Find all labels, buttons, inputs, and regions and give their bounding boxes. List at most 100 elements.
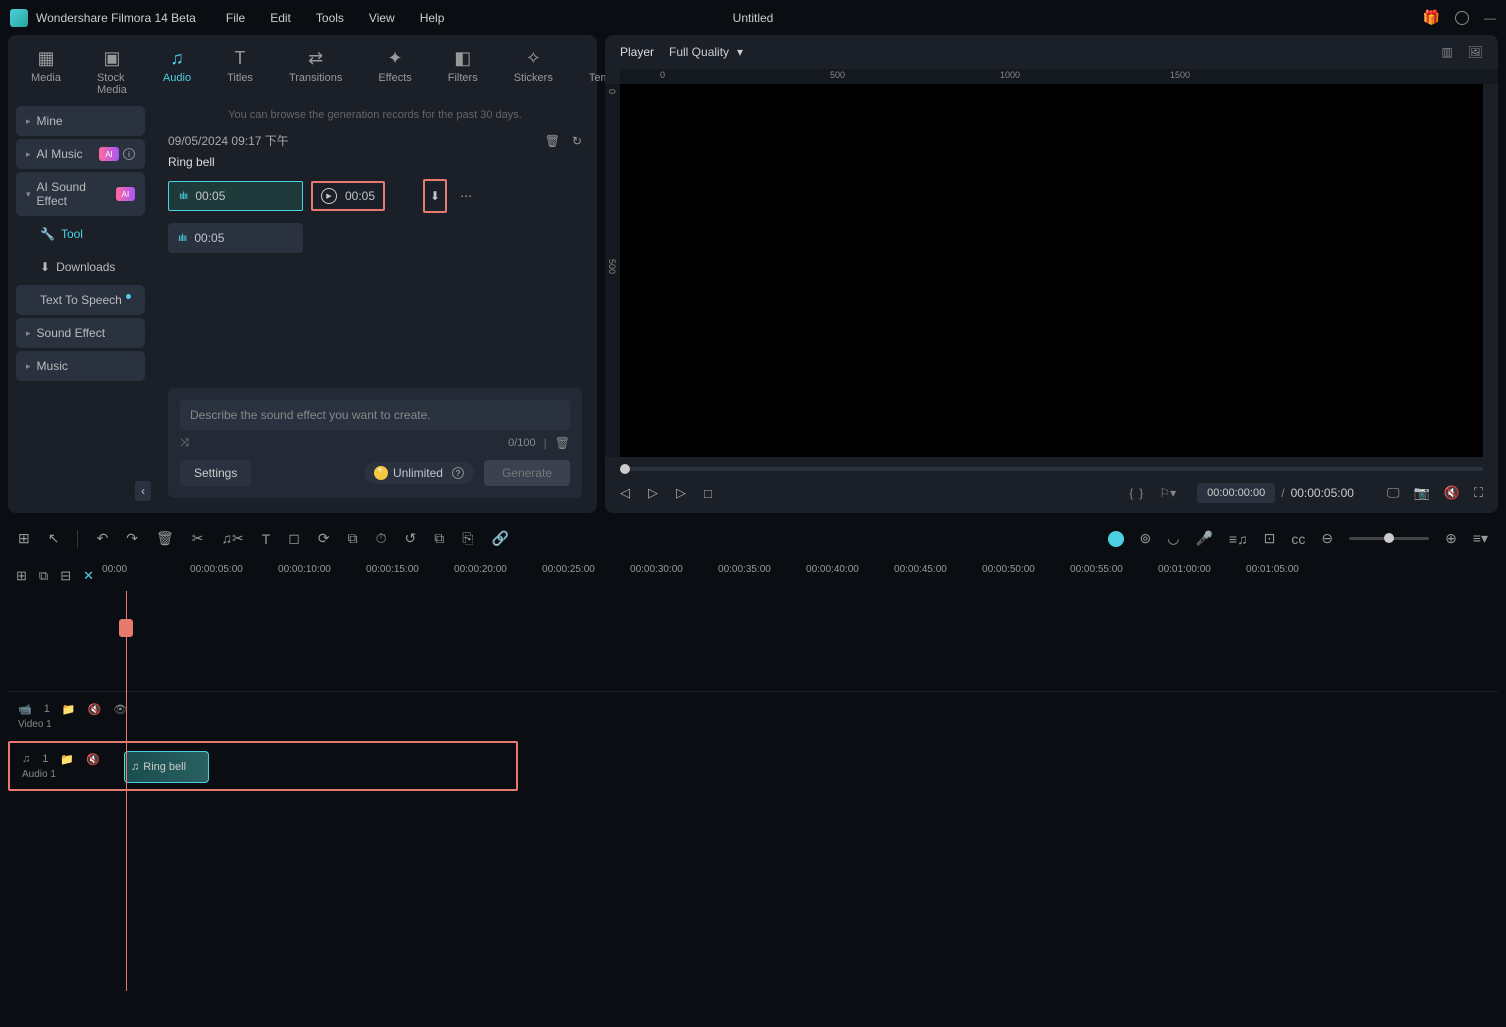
sidebar-item-mine[interactable]: ▸Mine [16, 106, 145, 136]
tab-titles[interactable]: TTitles [219, 43, 261, 101]
track-snap-icon[interactable]: ✕ [83, 568, 94, 584]
adjust-icon[interactable]: ⊡ [1264, 530, 1276, 547]
redo-icon[interactable]: ↷ [126, 530, 138, 547]
mute-icon[interactable]: 🔇 [88, 703, 102, 716]
tab-transitions[interactable]: ⇄Transitions [281, 43, 350, 101]
track-magnet-icon[interactable]: ⊟ [60, 568, 71, 584]
next-frame-icon[interactable]: ▷ [676, 485, 686, 501]
clear-input-icon[interactable]: 🗑 [555, 436, 570, 450]
delete-icon[interactable]: 🗑 [545, 134, 560, 148]
stop-icon[interactable]: □ [704, 486, 712, 501]
play-clip-button[interactable]: ▶ 00:05 [311, 181, 385, 211]
folder-icon[interactable]: 📁 [60, 753, 74, 766]
player-progress-bar[interactable] [620, 467, 1483, 471]
zoom-in-icon[interactable]: ⊕ [1445, 530, 1457, 547]
timer-icon[interactable]: ⏱ [376, 530, 387, 547]
menu-file[interactable]: File [226, 11, 245, 25]
record-icon[interactable] [1455, 11, 1469, 25]
speed-icon[interactable]: ⟳ [318, 530, 330, 547]
audio-track-body[interactable]: ♫ Ring bell [122, 745, 514, 787]
more-options-icon[interactable]: ⋯ [460, 189, 472, 203]
tab-media[interactable]: ▦Media [23, 43, 69, 101]
audio-clip-2[interactable]: ıılıı 00:05 [168, 223, 303, 253]
sidebar-item-sound-effect[interactable]: ▸Sound Effect [16, 318, 145, 348]
sidebar-item-music[interactable]: ▸Music [16, 351, 145, 381]
compare-view-icon[interactable]: ▥ [1441, 45, 1452, 59]
chain-icon[interactable]: 🔗 [491, 530, 508, 547]
reverse-icon[interactable]: ↺ [405, 530, 417, 547]
menu-edit[interactable]: Edit [270, 11, 291, 25]
zoom-out-icon[interactable]: ⊖ [1321, 530, 1333, 547]
play-icon[interactable]: ▷ [648, 485, 658, 501]
track-add-icon[interactable]: ⊞ [16, 568, 27, 584]
info-icon[interactable]: i [123, 148, 135, 160]
audio-clip-1[interactable]: ıılıı 00:05 [168, 181, 303, 211]
marker-icon[interactable]: ⚐▾ [1159, 486, 1176, 500]
cursor-icon[interactable]: ↖ [48, 530, 60, 547]
sound-description-input[interactable]: Describe the sound effect you want to cr… [180, 400, 570, 430]
track-link-icon[interactable]: ⧉ [39, 568, 48, 584]
sidebar-item-text-to-speech[interactable]: Text To Speech [16, 285, 145, 315]
audio-track-icon: ♫ [22, 753, 30, 766]
gift-icon[interactable]: 🎁 [1423, 9, 1440, 26]
sidebar-item-tool[interactable]: 🔧Tool [16, 219, 145, 249]
folder-icon[interactable]: 📁 [62, 703, 76, 716]
tab-stock-media[interactable]: ▣Stock Media [89, 43, 135, 101]
mic-icon[interactable]: 🎤 [1195, 530, 1212, 547]
titlebar: Wondershare Filmora 14 Beta File Edit To… [0, 0, 1506, 35]
camera-icon[interactable]: 📷 [1414, 485, 1430, 501]
preview-canvas[interactable] [620, 84, 1483, 457]
fullscreen-icon[interactable]: ⛶ [1474, 485, 1483, 501]
text-icon[interactable]: T [262, 531, 271, 547]
timeline-audio-clip[interactable]: ♫ Ring bell [124, 751, 209, 783]
menu-tools[interactable]: Tools [316, 11, 344, 25]
tab-audio[interactable]: ♫Audio [155, 43, 199, 101]
download-clip-button[interactable]: ⬇ [423, 179, 447, 213]
marker-add-icon[interactable]: ◡ [1167, 530, 1179, 547]
prev-frame-icon[interactable]: ◁ [620, 485, 630, 501]
char-count: 0/100 [508, 437, 536, 449]
refresh-icon[interactable]: ↻ [572, 134, 582, 148]
bracket-in-icon[interactable]: { [1129, 486, 1133, 500]
collapse-sidebar-button[interactable]: ‹ [135, 481, 151, 501]
video-track-body[interactable] [118, 692, 1498, 741]
zoom-slider[interactable] [1349, 537, 1429, 540]
snapshot-icon[interactable]: 🖼 [1468, 45, 1483, 59]
mute-icon[interactable]: 🔇 [86, 753, 100, 766]
progress-thumb[interactable] [620, 464, 630, 474]
display-settings-icon[interactable]: 🖵 [1387, 485, 1400, 501]
tab-effects[interactable]: ✦Effects [370, 43, 419, 101]
render-status-icon[interactable] [1108, 531, 1124, 547]
sidebar-item-downloads[interactable]: ⬇Downloads [16, 252, 145, 282]
grid-icon[interactable]: ⊞ [18, 530, 30, 547]
minimize-icon[interactable]: — [1484, 11, 1496, 25]
audio-edit-icon[interactable]: ♫✂ [221, 530, 243, 547]
generate-button[interactable]: Generate [484, 460, 570, 486]
shuffle-icon[interactable]: ⤨ [180, 437, 189, 450]
timeline-ruler[interactable]: 00:00 00:00:05:00 00:00:10:00 00:00:15:0… [102, 561, 1498, 591]
render-icon[interactable]: ⊚ [1140, 530, 1152, 547]
subtitle-icon[interactable]: cc [1291, 531, 1305, 547]
settings-button[interactable]: Settings [180, 460, 251, 486]
tab-stickers[interactable]: ✧Stickers [506, 43, 561, 101]
delete-icon[interactable]: 🗑 [156, 530, 174, 547]
cut-icon[interactable]: ✂ [192, 530, 204, 547]
dot-indicator-icon [126, 294, 131, 299]
link-icon[interactable]: ⧉ [348, 530, 358, 547]
bracket-out-icon[interactable]: } [1139, 486, 1143, 500]
playhead[interactable] [126, 591, 127, 991]
volume-icon[interactable]: 🔇 [1444, 485, 1460, 501]
sidebar-item-ai-sound-effect[interactable]: ▾AI Sound EffectAI [16, 172, 145, 216]
audio-mix-icon[interactable]: ≡♫ [1229, 531, 1248, 547]
undo-icon[interactable]: ↶ [96, 530, 108, 547]
unlimited-badge[interactable]: Unlimited ? [364, 462, 474, 484]
copy-icon[interactable]: ⎘ [462, 530, 473, 547]
sidebar-item-ai-music[interactable]: ▸AI MusicAIi [16, 139, 145, 169]
group-icon[interactable]: ⧉ [434, 530, 444, 547]
menu-help[interactable]: Help [420, 11, 445, 25]
list-view-icon[interactable]: ≡▾ [1473, 530, 1488, 547]
quality-selector[interactable]: Full Quality ▾ [669, 45, 743, 59]
menu-view[interactable]: View [369, 11, 395, 25]
tab-filters[interactable]: ◧Filters [440, 43, 486, 101]
crop-icon[interactable]: ◻ [288, 530, 300, 547]
